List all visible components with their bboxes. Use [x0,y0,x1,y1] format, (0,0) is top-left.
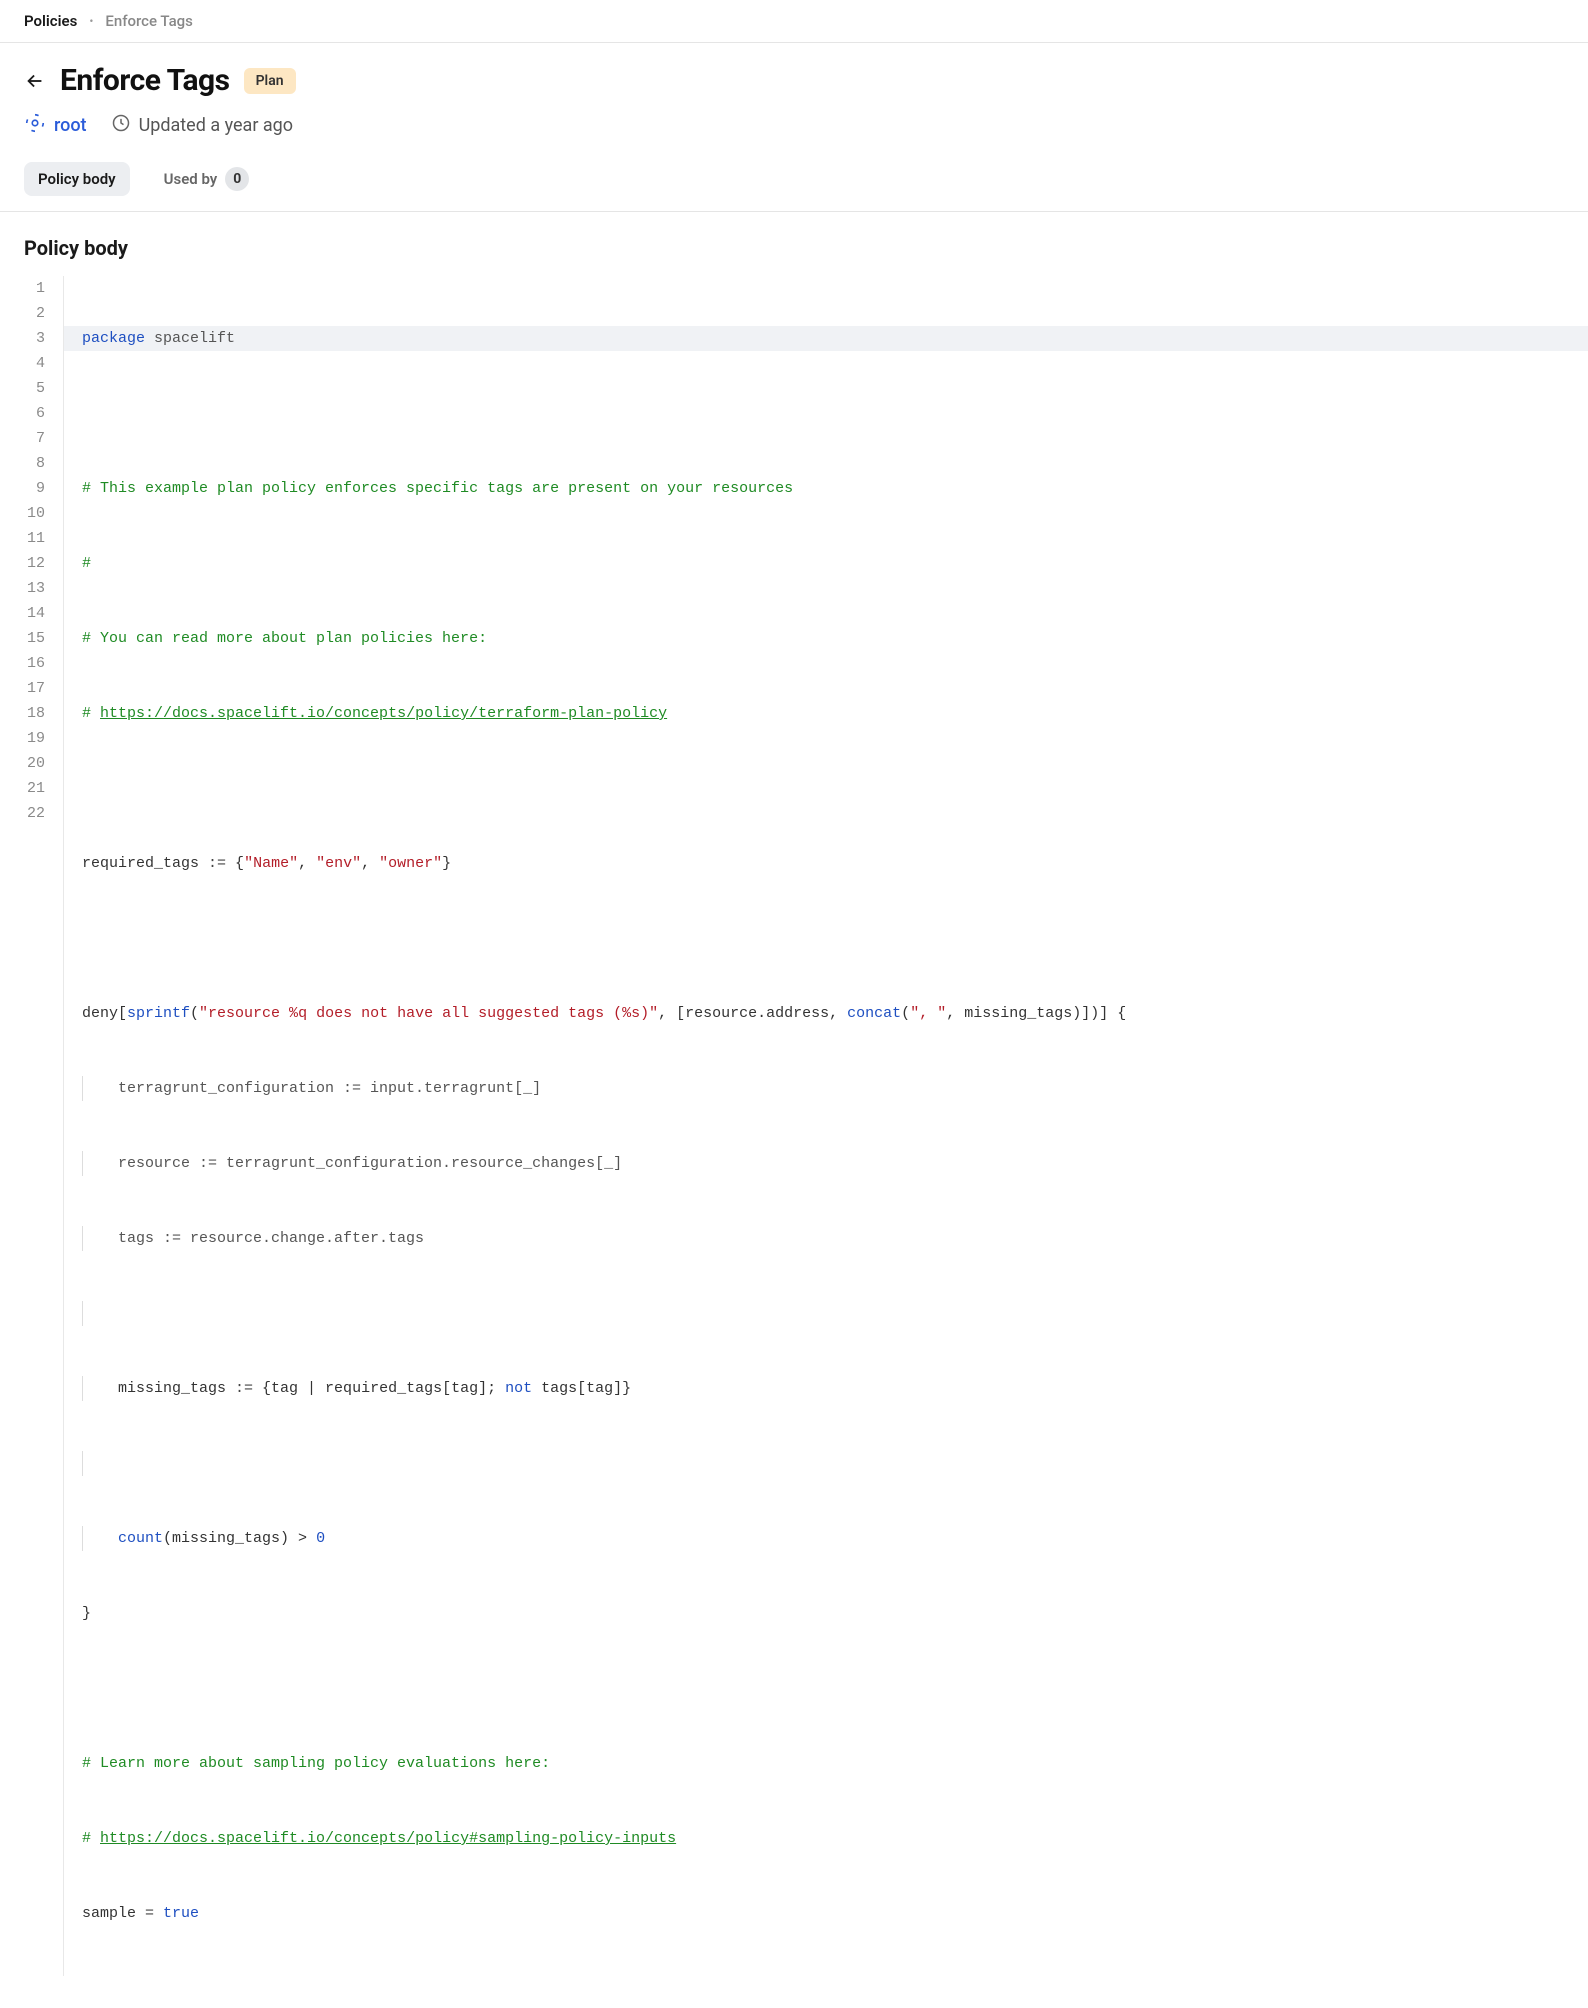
code-line [82,401,1588,426]
tabs: Policy body Used by 0 [0,159,1588,212]
tab-used-by-label: Used by [164,170,218,188]
code-line: # Learn more about sampling policy evalu… [82,1751,1588,1776]
code-line [82,926,1588,951]
tab-used-by-count: 0 [225,167,249,191]
line-number: 1 [0,276,45,301]
code-line [82,1451,1588,1476]
line-number: 18 [0,701,45,726]
line-number: 15 [0,626,45,651]
back-arrow-icon[interactable] [24,70,46,92]
code-line: required_tags := {"Name", "env", "owner"… [82,851,1588,876]
code-content[interactable]: package spacelift # This example plan po… [64,276,1588,1976]
code-line [82,1676,1588,1701]
updated-meta: Updated a year ago [111,113,294,138]
code-line: deny[sprintf("resource %q does not have … [82,1001,1588,1026]
code-line: resource := terragrunt_configuration.res… [82,1151,1588,1176]
tab-policy-body-label: Policy body [38,170,116,188]
line-number: 12 [0,551,45,576]
code-line: # This example plan policy enforces spec… [82,476,1588,501]
code-line: missing_tags := {tag | required_tags[tag… [82,1376,1588,1401]
line-number: 2 [0,301,45,326]
breadcrumb-policies-link[interactable]: Policies [24,12,77,30]
line-number: 11 [0,526,45,551]
line-number: 6 [0,401,45,426]
code-line: } [82,1601,1588,1626]
code-line [82,1301,1588,1326]
line-number: 14 [0,601,45,626]
updated-label: Updated a year ago [139,115,294,136]
line-number: 3 [0,326,45,351]
line-number: 13 [0,576,45,601]
line-number: 22 [0,801,45,826]
line-number: 19 [0,726,45,751]
scope-link[interactable]: root [24,112,87,139]
code-line: sample = true [82,1901,1588,1926]
scope-label: root [54,115,87,136]
page-header: Enforce Tags Plan root Updated a year ag… [0,43,1588,139]
line-number: 17 [0,676,45,701]
code-line: tags := resource.change.after.tags [82,1226,1588,1251]
line-number: 20 [0,751,45,776]
line-number: 8 [0,451,45,476]
line-number: 10 [0,501,45,526]
code-line: # https://docs.spacelift.io/concepts/pol… [82,701,1588,726]
line-number: 7 [0,426,45,451]
code-gutter: 12345678910111213141516171819202122 [0,276,64,1976]
code-line: # [82,551,1588,576]
line-number: 9 [0,476,45,501]
code-editor[interactable]: 12345678910111213141516171819202122 pack… [0,276,1588,2008]
page-title: Enforce Tags [60,63,230,98]
breadcrumb-separator: • [89,14,93,28]
section-title: Policy body [0,212,1588,276]
plan-badge: Plan [244,68,296,94]
code-line [82,776,1588,801]
scope-icon [24,112,46,139]
code-line: count(missing_tags) > 0 [82,1526,1588,1551]
code-line: # https://docs.spacelift.io/concepts/pol… [82,1826,1588,1851]
line-number: 5 [0,376,45,401]
line-number: 21 [0,776,45,801]
breadcrumb: Policies • Enforce Tags [0,0,1588,43]
tab-policy-body[interactable]: Policy body [24,162,130,196]
tab-used-by[interactable]: Used by 0 [150,159,264,199]
clock-icon [111,113,131,138]
code-line: # You can read more about plan policies … [82,626,1588,651]
line-number: 16 [0,651,45,676]
breadcrumb-current: Enforce Tags [105,12,193,30]
line-number: 4 [0,351,45,376]
code-line: terragrunt_configuration := input.terrag… [82,1076,1588,1101]
code-line: package spacelift [64,326,1588,351]
